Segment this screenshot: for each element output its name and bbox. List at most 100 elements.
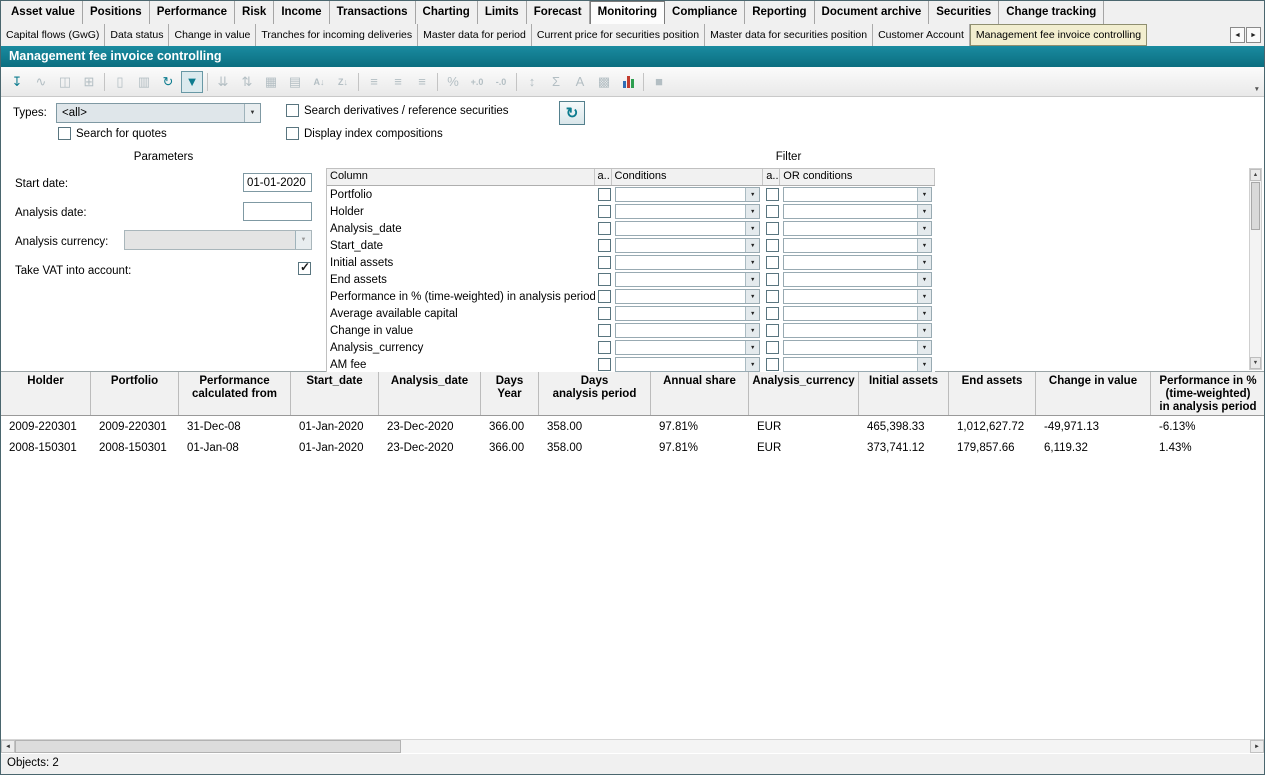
subtab-tranches-for-incoming-deliveries[interactable]: Tranches for incoming deliveries	[256, 24, 418, 46]
column-header-holder[interactable]: Holder	[1, 372, 91, 415]
or-condition-select[interactable]: ▼	[783, 323, 932, 338]
subtab-current-price-for-securities-position[interactable]: Current price for securities position	[532, 24, 705, 46]
filter-header-2-conditions[interactable]: Conditions	[612, 169, 764, 185]
condition-and-checkbox[interactable]	[598, 273, 611, 286]
menu-tab-performance[interactable]: Performance	[150, 1, 235, 24]
subtab-change-in-value[interactable]: Change in value	[169, 24, 256, 46]
menu-tab-change-tracking[interactable]: Change tracking	[999, 1, 1104, 24]
tab-scroll-left-button[interactable]: ◄	[1230, 27, 1245, 43]
or-condition-and-checkbox[interactable]	[766, 358, 779, 371]
condition-select[interactable]: ▼	[615, 187, 761, 202]
column-header-annual-share[interactable]: Annual share	[651, 372, 749, 415]
condition-select[interactable]: ▼	[615, 238, 761, 253]
condition-select[interactable]: ▼	[615, 272, 761, 287]
start-date-input[interactable]	[243, 173, 312, 192]
refresh-button[interactable]: ↻	[157, 71, 179, 93]
condition-and-checkbox[interactable]	[598, 239, 611, 252]
chevron-down-icon[interactable]: ▼	[745, 205, 759, 218]
menu-tab-reporting[interactable]: Reporting	[745, 1, 814, 24]
chevron-down-icon[interactable]: ▼	[745, 290, 759, 303]
vertical-scroll-thumb[interactable]	[1251, 182, 1260, 230]
chevron-down-icon[interactable]: ▼	[917, 290, 931, 303]
chevron-down-icon[interactable]: ▼	[917, 307, 931, 320]
condition-and-checkbox[interactable]	[598, 341, 611, 354]
menu-tab-income[interactable]: Income	[274, 1, 329, 24]
subtab-capital-flows-gwg[interactable]: Capital flows (GwG)	[1, 24, 105, 46]
or-condition-select[interactable]: ▼	[783, 187, 932, 202]
types-select[interactable]: <all> ▼	[56, 103, 261, 123]
condition-select[interactable]: ▼	[615, 289, 761, 304]
chevron-down-icon[interactable]: ▼	[917, 239, 931, 252]
or-condition-and-checkbox[interactable]	[766, 341, 779, 354]
scroll-left-button[interactable]: ◄	[1, 740, 15, 753]
column-header-days-year[interactable]: DaysYear	[481, 372, 539, 415]
or-condition-and-checkbox[interactable]	[766, 307, 779, 320]
chevron-down-icon[interactable]: ▼	[745, 358, 759, 371]
chevron-down-icon[interactable]: ▼	[745, 188, 759, 201]
scroll-right-button[interactable]: ►	[1250, 740, 1264, 753]
menu-tab-forecast[interactable]: Forecast	[527, 1, 590, 24]
column-header-portfolio[interactable]: Portfolio	[91, 372, 179, 415]
chevron-down-icon[interactable]: ▼	[917, 222, 931, 235]
analysis-date-input[interactable]	[243, 202, 312, 221]
or-condition-select[interactable]: ▼	[783, 306, 932, 321]
or-condition-and-checkbox[interactable]	[766, 239, 779, 252]
chevron-down-icon[interactable]: ▼	[745, 256, 759, 269]
column-header-start-date[interactable]: Start_date	[291, 372, 379, 415]
menu-tab-asset-value[interactable]: Asset value	[4, 1, 83, 24]
menu-tab-document-archive[interactable]: Document archive	[815, 1, 930, 24]
scroll-down-button[interactable]: ▼	[1250, 357, 1261, 369]
filter-header-1-a[interactable]: a..	[595, 169, 612, 185]
or-condition-select[interactable]: ▼	[783, 255, 932, 270]
subtab-data-status[interactable]: Data status	[105, 24, 169, 46]
condition-select[interactable]: ▼	[615, 306, 761, 321]
menu-tab-positions[interactable]: Positions	[83, 1, 150, 24]
or-condition-and-checkbox[interactable]	[766, 290, 779, 303]
search-quotes-checkbox[interactable]	[58, 127, 71, 140]
or-condition-select[interactable]: ▼	[783, 272, 932, 287]
chevron-down-icon[interactable]: ▼	[917, 273, 931, 286]
tab-scroll-right-button[interactable]: ►	[1246, 27, 1261, 43]
or-condition-select[interactable]: ▼	[783, 357, 932, 372]
chevron-down-icon[interactable]: ▼	[745, 324, 759, 337]
or-condition-and-checkbox[interactable]	[766, 324, 779, 337]
filter-header-3-a[interactable]: a..	[763, 169, 780, 185]
condition-select[interactable]: ▼	[615, 221, 761, 236]
scroll-up-button[interactable]: ▲	[1250, 169, 1261, 181]
display-index-checkbox[interactable]	[286, 127, 299, 140]
menu-tab-limits[interactable]: Limits	[478, 1, 527, 24]
menu-tab-transactions[interactable]: Transactions	[330, 1, 416, 24]
condition-select[interactable]: ▼	[615, 340, 761, 355]
chart-view-button[interactable]	[617, 71, 639, 93]
chevron-down-icon[interactable]: ▼	[745, 273, 759, 286]
table-row-1[interactable]: 2009-2203012009-22030131-Dec-0801-Jan-20…	[1, 416, 1264, 437]
chevron-down-icon[interactable]: ▼	[917, 358, 931, 371]
export-data-button[interactable]: ↧	[6, 71, 28, 93]
chevron-down-icon[interactable]: ▼	[917, 256, 931, 269]
subtab-master-data-for-period[interactable]: Master data for period	[418, 24, 532, 46]
or-condition-select[interactable]: ▼	[783, 340, 932, 355]
condition-and-checkbox[interactable]	[598, 307, 611, 320]
search-derivatives-checkbox[interactable]	[286, 104, 299, 117]
condition-and-checkbox[interactable]	[598, 358, 611, 371]
menu-tab-monitoring[interactable]: Monitoring	[590, 1, 665, 24]
menu-tab-securities[interactable]: Securities	[929, 1, 999, 24]
condition-and-checkbox[interactable]	[598, 324, 611, 337]
condition-select[interactable]: ▼	[615, 255, 761, 270]
or-condition-select[interactable]: ▼	[783, 221, 932, 236]
column-header-initial-assets[interactable]: Initial assets	[859, 372, 949, 415]
chevron-down-icon[interactable]: ▼	[917, 341, 931, 354]
condition-and-checkbox[interactable]	[598, 222, 611, 235]
chevron-down-icon[interactable]: ▼	[745, 307, 759, 320]
or-condition-select[interactable]: ▼	[783, 238, 932, 253]
toolbar-overflow-button[interactable]: ▼	[1254, 86, 1260, 93]
column-header-days-analysis-period[interactable]: Daysanalysis period	[539, 372, 651, 415]
filter-header-0-column[interactable]: Column	[327, 169, 595, 185]
condition-select[interactable]: ▼	[615, 323, 761, 338]
column-header-end-assets[interactable]: End assets	[949, 372, 1036, 415]
horizontal-scroll-thumb[interactable]	[15, 740, 401, 753]
table-row-2[interactable]: 2008-1503012008-15030101-Jan-0801-Jan-20…	[1, 437, 1264, 458]
filter-button[interactable]: ▼	[181, 71, 203, 93]
condition-select[interactable]: ▼	[615, 204, 761, 219]
chevron-down-icon[interactable]: ▼	[917, 188, 931, 201]
